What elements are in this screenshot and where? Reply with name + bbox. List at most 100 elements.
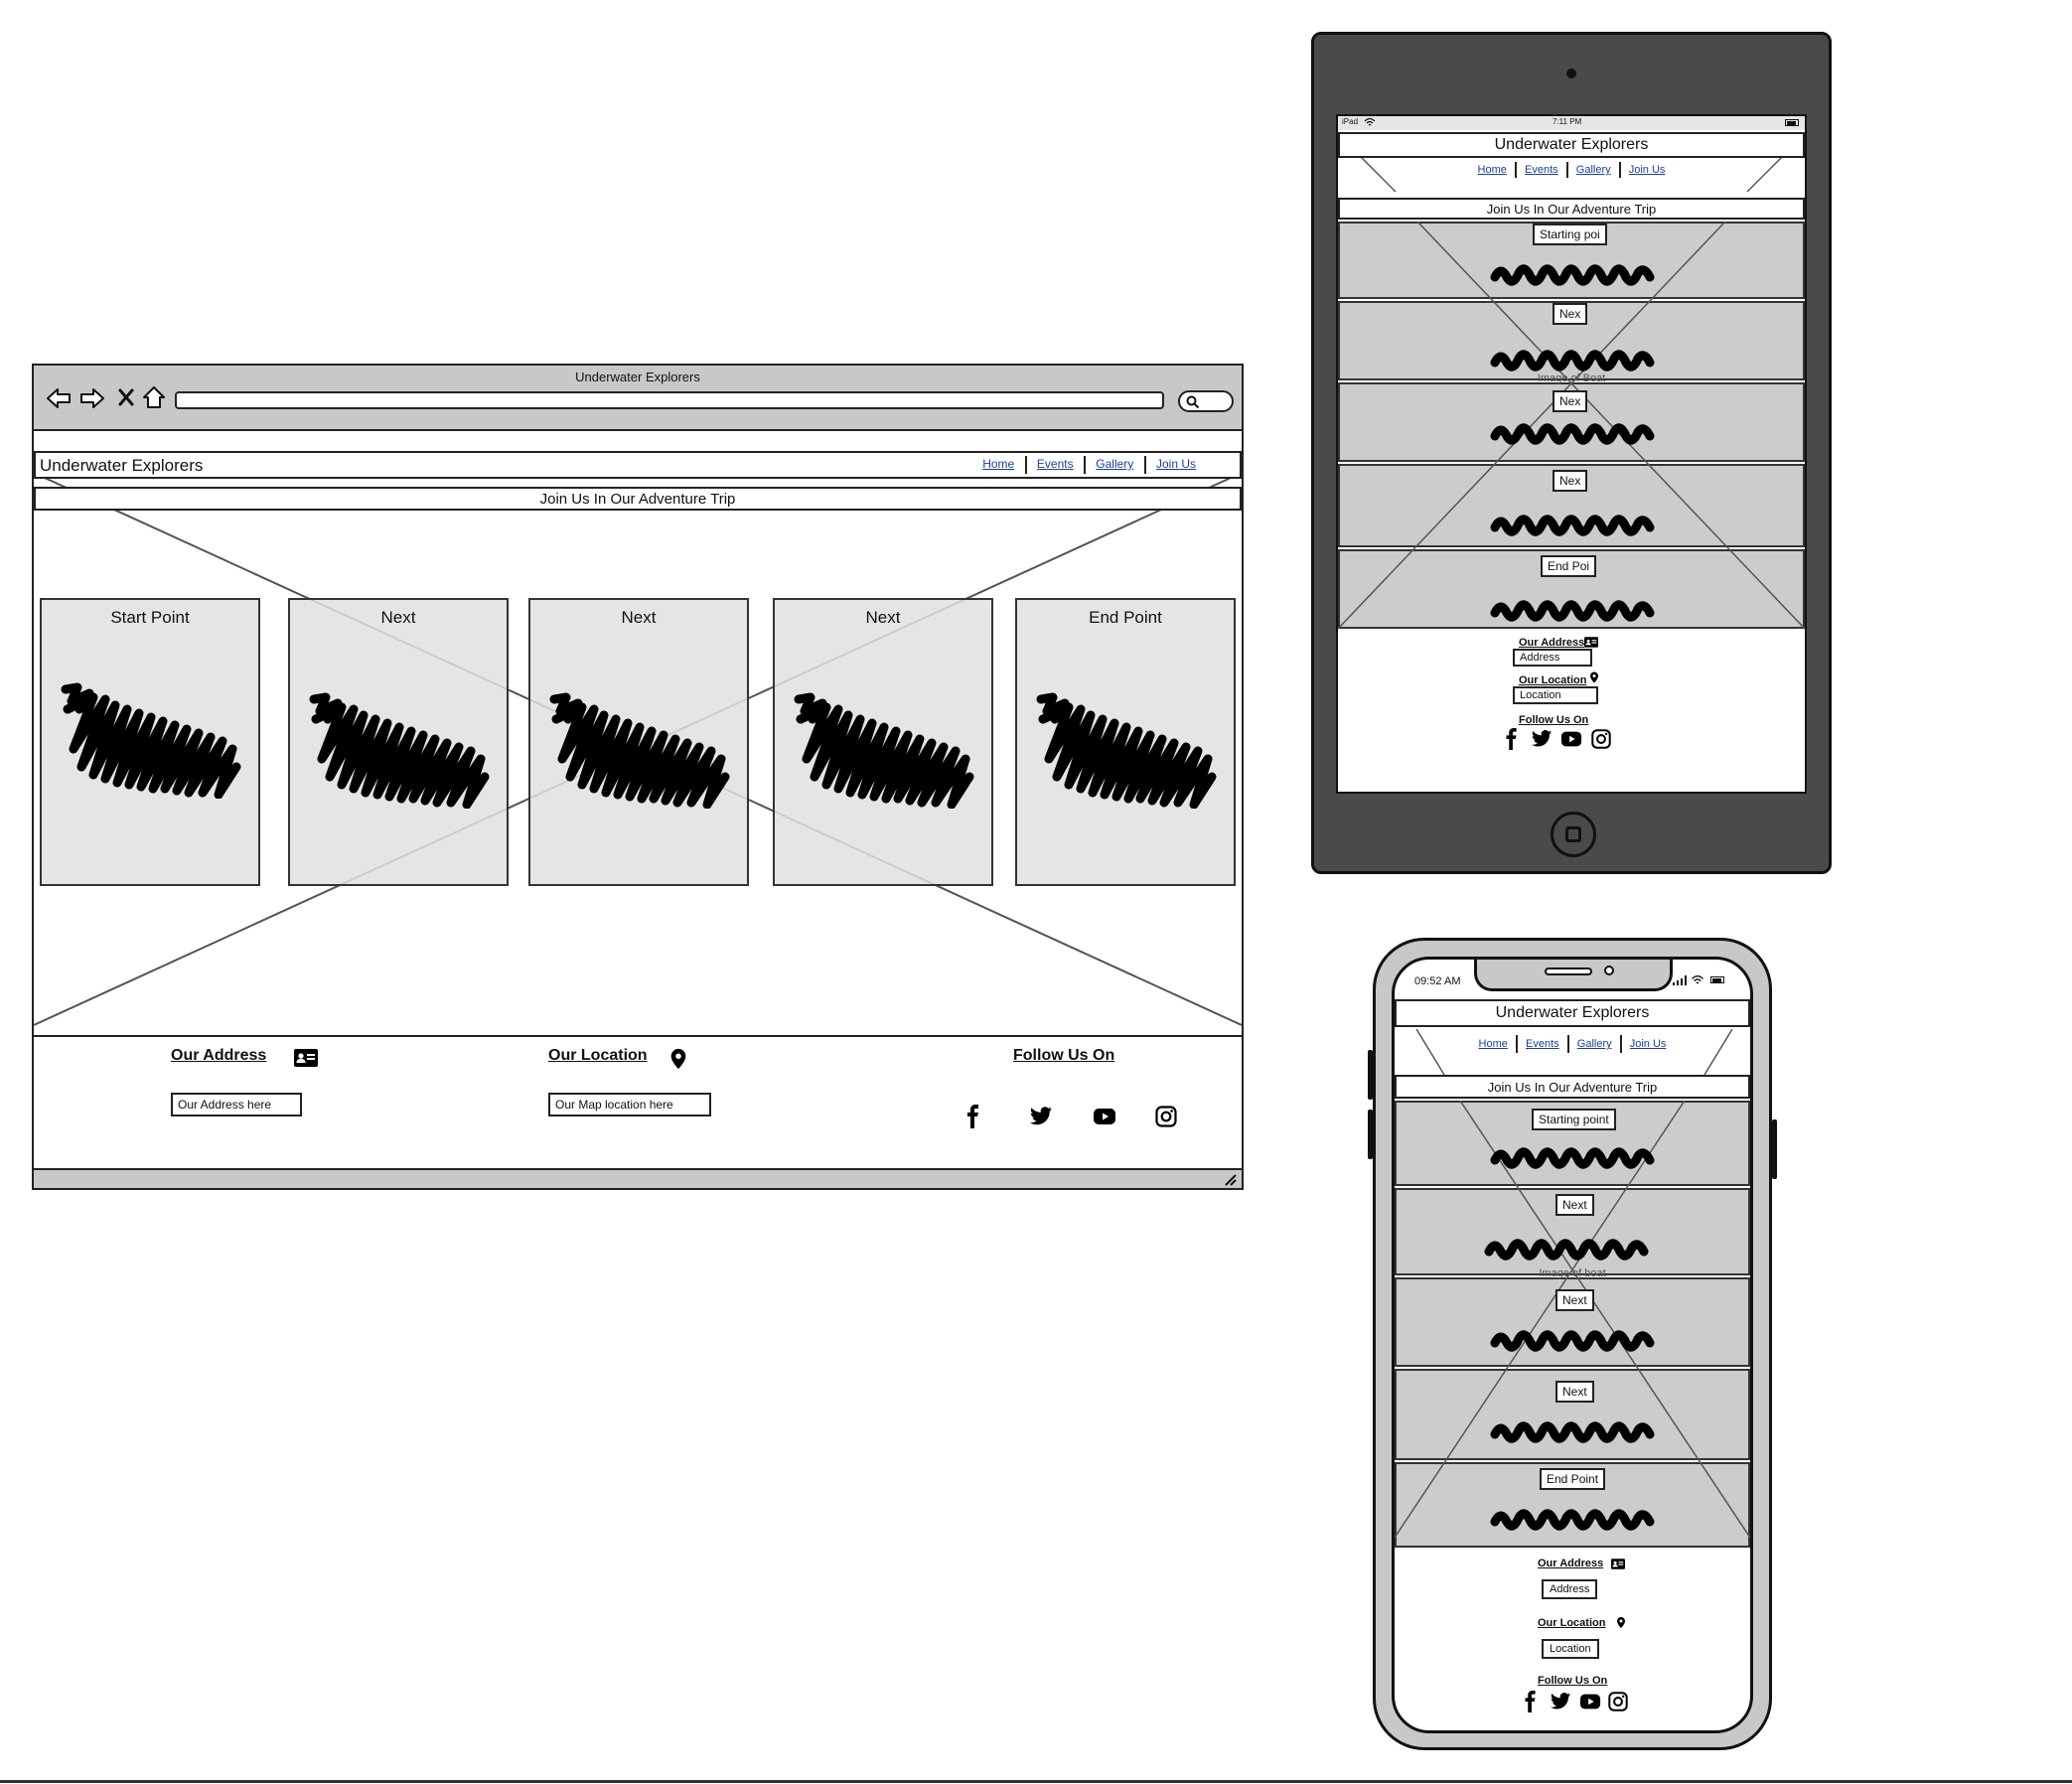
hero-title: Join Us In Our Adventure Trip: [1487, 1080, 1658, 1095]
instagram-icon[interactable]: [1607, 1691, 1629, 1712]
image-placeholder-scribble: [542, 689, 731, 809]
route-card-end: End Point: [1015, 598, 1236, 886]
tablet-hero-title-bar: Join Us In Our Adventure Trip: [1338, 198, 1805, 220]
address-field: Address: [1513, 649, 1592, 667]
contact-card-icon: [294, 1049, 318, 1067]
forward-arrow-icon[interactable]: [79, 385, 105, 411]
twitter-icon[interactable]: [1550, 1691, 1571, 1712]
nav-join-us[interactable]: Join Us: [1629, 164, 1666, 176]
phone-side-button: [1368, 1050, 1373, 1100]
address-heading: Our Address: [171, 1047, 267, 1064]
location-heading: Our Location: [1538, 1617, 1606, 1629]
site-title: Underwater Explorers: [1494, 136, 1649, 153]
search-icon: [1186, 395, 1200, 409]
location-field: Location: [1542, 1639, 1599, 1659]
nav-gallery[interactable]: Gallery: [1577, 1038, 1612, 1050]
phone-site-header: Underwater Explorers: [1395, 999, 1750, 1027]
card-label: Next: [865, 608, 901, 627]
image-placeholder-scribble: [1476, 1234, 1655, 1264]
location-heading: Our Location: [1519, 674, 1587, 686]
nav-join-us[interactable]: Join Us: [1630, 1038, 1667, 1050]
nav-events[interactable]: Events: [1525, 164, 1558, 176]
phone-screen: 09:52 AM Underwater Explorers Home Event…: [1392, 957, 1753, 1733]
phone-footer: Our Address Address Our Location Locatio…: [1395, 1550, 1750, 1733]
back-arrow-icon[interactable]: [46, 385, 72, 411]
route-card-next-1: Next: [288, 598, 509, 886]
youtube-icon[interactable]: [1579, 1691, 1601, 1712]
nav-gallery[interactable]: Gallery: [1576, 164, 1611, 176]
tablet-camera: [1566, 69, 1576, 78]
image-placeholder-scribble: [1487, 595, 1656, 625]
card-label: Next: [380, 608, 416, 627]
section-label: Starting poi: [1533, 223, 1607, 245]
section-label: Nex: [1553, 470, 1588, 492]
page-content: Underwater Explorers Home Events Gallery…: [34, 433, 1242, 1170]
nav-home[interactable]: Home: [1478, 164, 1507, 176]
site-title: Underwater Explorers: [1495, 1004, 1650, 1021]
map-pin-icon: [667, 1047, 689, 1071]
facebook-icon[interactable]: [962, 1105, 985, 1128]
location-field: Our Map location here: [548, 1093, 711, 1116]
window-title: Underwater Explorers: [575, 370, 700, 384]
image-placeholder-scribble: [1482, 1142, 1661, 1172]
hero-title: Join Us In Our Adventure Trip: [539, 491, 736, 508]
section-label: End Point: [1540, 1468, 1606, 1490]
canvas-bottom-border: [0, 1780, 2072, 1783]
follow-heading: Follow Us On: [1013, 1047, 1115, 1064]
section-label: Nex: [1553, 303, 1588, 325]
instagram-icon[interactable]: [1154, 1105, 1178, 1128]
address-heading: Our Address: [1519, 637, 1585, 649]
image-placeholder-scribble: [1482, 1325, 1661, 1355]
twitter-icon[interactable]: [1531, 728, 1553, 750]
address-field: Our Address here: [171, 1093, 302, 1116]
image-placeholder-scribble: [1482, 1416, 1661, 1446]
battery-icon: [1785, 119, 1799, 126]
image-placeholder-scribble: [787, 689, 975, 809]
card-label: Next: [621, 608, 657, 627]
location-field: Location: [1513, 686, 1598, 704]
image-placeholder-scribble: [1029, 689, 1218, 809]
nav-gallery[interactable]: Gallery: [1096, 457, 1133, 471]
home-button-icon[interactable]: [1551, 812, 1596, 857]
instagram-icon[interactable]: [1590, 728, 1612, 750]
image-placeholder-scribble: [54, 679, 242, 799]
route-card-start: Start Point: [40, 598, 260, 886]
address-bar[interactable]: [175, 391, 1164, 409]
tablet-status-bar: iPad 7:11 PM: [1338, 116, 1805, 130]
youtube-icon[interactable]: [1093, 1105, 1116, 1128]
route-card-next-2: Next: [528, 598, 749, 886]
image-placeholder-scribble: [1487, 259, 1656, 289]
home-icon[interactable]: [141, 384, 167, 410]
follow-heading: Follow Us On: [1538, 1675, 1608, 1687]
map-pin-icon: [1615, 1615, 1627, 1630]
wifi-icon: [1364, 117, 1376, 126]
nav-events[interactable]: Events: [1037, 457, 1074, 471]
nav-join-us[interactable]: Join Us: [1156, 457, 1196, 471]
main-nav: Home Events Gallery Join Us: [982, 456, 1196, 474]
image-placeholder-scribble: [1482, 1504, 1661, 1534]
facebook-icon[interactable]: [1520, 1691, 1542, 1712]
tablet-site-header: Underwater Explorers: [1338, 132, 1805, 158]
nav-events[interactable]: Events: [1526, 1038, 1559, 1050]
facebook-icon[interactable]: [1501, 728, 1523, 750]
tablet-device: iPad 7:11 PM Underwater Explorers Home E…: [1311, 32, 1832, 874]
location-heading: Our Location: [548, 1047, 648, 1064]
site-title: Underwater Explorers: [40, 456, 204, 475]
resize-grip-icon[interactable]: [1222, 1172, 1238, 1186]
nav-home[interactable]: Home: [1479, 1038, 1508, 1050]
wifi-icon: [1692, 974, 1703, 984]
image-placeholder-scribble: [1487, 345, 1656, 374]
card-label: Start Point: [110, 608, 190, 627]
tablet-screen: iPad 7:11 PM Underwater Explorers Home E…: [1336, 114, 1807, 794]
image-placeholder-scribble: [302, 689, 491, 809]
twitter-icon[interactable]: [1029, 1105, 1053, 1128]
card-label: End Point: [1089, 608, 1162, 627]
desktop-browser-window: Underwater Explorers Underwater Explorer…: [32, 364, 1244, 1190]
contact-card-icon: [1584, 637, 1598, 648]
status-time: 09:52 AM: [1414, 975, 1461, 987]
site-header: Underwater Explorers Home Events Gallery…: [34, 451, 1242, 479]
close-icon[interactable]: [117, 387, 135, 407]
search-box[interactable]: [1178, 390, 1234, 412]
nav-home[interactable]: Home: [982, 457, 1014, 471]
youtube-icon[interactable]: [1560, 728, 1582, 750]
